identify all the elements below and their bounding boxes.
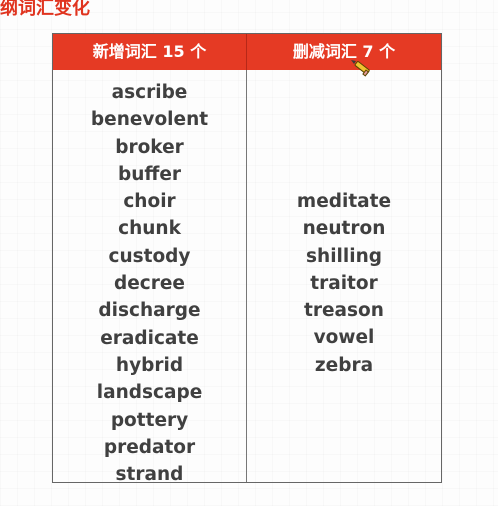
added-word: predator: [103, 436, 196, 458]
removed-word: shilling: [306, 245, 382, 267]
added-word: hybrid: [115, 354, 184, 376]
added-word: discharge: [98, 300, 201, 322]
removed-word: meditate: [296, 191, 392, 212]
removed-word: traitor: [310, 272, 378, 294]
added-word: broker: [115, 136, 184, 158]
removed-word: treason: [304, 300, 384, 322]
added-words-list: ascribe benevolent broker buffer choir c…: [53, 79, 246, 488]
added-word: landscape: [96, 382, 203, 404]
added-word: chunk: [118, 218, 181, 240]
added-word: benevolent: [90, 109, 209, 131]
vocabulary-table: 新增词汇 15 个 删减词汇 7 个 ascribe benevolent br…: [52, 33, 442, 485]
added-word: custody: [108, 245, 191, 267]
removed-words-list: meditate neutron shilling traitor treaso…: [247, 188, 441, 379]
added-word: buffer: [117, 163, 182, 185]
removed-word: zebra: [314, 354, 374, 376]
added-word: pottery: [110, 409, 189, 431]
table-header-row: 新增词汇 15 个 删减词汇 7 个: [53, 34, 441, 70]
removed-words-header: 删减词汇 7 个: [247, 34, 441, 70]
added-words-header: 新增词汇 15 个: [53, 34, 247, 70]
removed-word: vowel: [313, 327, 375, 349]
vocabulary-change-page: 纲词汇变化 新增词汇 15 个 删减词汇 7 个 ascribe benevol…: [0, 0, 498, 506]
pencil-icon: [349, 58, 373, 82]
added-word: strand: [115, 464, 184, 486]
added-word: ascribe: [111, 82, 188, 103]
removed-word: neutron: [302, 218, 386, 240]
added-word: decree: [114, 273, 185, 295]
added-word: choir: [123, 191, 176, 213]
added-word: eradicate: [100, 327, 199, 349]
page-heading: 纲词汇变化: [0, 0, 90, 19]
